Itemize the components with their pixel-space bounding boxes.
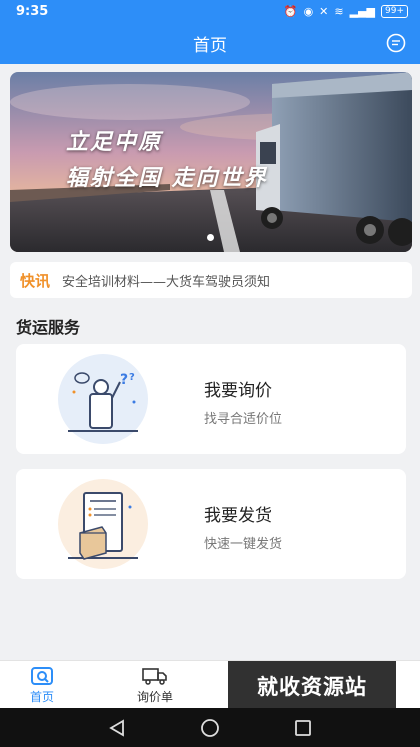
status-icons: ⏰ ◉ ✕ ≋ ▂▄▆ 99+ [283, 4, 408, 18]
status-time: 9:35 [16, 3, 49, 19]
home-circle-icon [201, 718, 219, 737]
inquiry-person-icon: ? ? [58, 354, 148, 444]
message-icon[interactable] [386, 33, 406, 53]
ship-subtitle: 快速一键发货 [204, 537, 283, 552]
recents-button[interactable] [291, 716, 315, 740]
recents-square-icon [295, 719, 312, 736]
eye-icon: ◉ [303, 4, 314, 18]
mute-icon: ✕ [319, 4, 329, 18]
home-icon [31, 666, 53, 685]
news-text[interactable]: 安全培训材料——大货车驾驶员须知 [62, 271, 270, 290]
watermark: 就收资源站 [228, 661, 396, 711]
home-button[interactable] [198, 716, 222, 740]
system-nav-bar [0, 708, 420, 747]
svg-text:?: ? [129, 372, 135, 383]
battery-icon: 99+ [381, 4, 408, 18]
alarm-icon: ⏰ [283, 4, 298, 18]
svg-text:?: ? [120, 372, 128, 388]
banner-slogan-line2: 辐射全国 走向世界 [66, 166, 268, 191]
back-button[interactable] [105, 716, 129, 740]
ship-card[interactable]: 我要发货 快速一键发货 [16, 469, 406, 579]
truck-icon [142, 667, 167, 685]
tab-home-label: 首页 [29, 689, 54, 704]
back-triangle-icon [108, 718, 124, 737]
carousel-indicator [207, 234, 214, 241]
news-ticker[interactable]: 快讯 安全培训材料——大货车驾驶员须知 [10, 262, 412, 298]
section-title: 货运服务 [16, 318, 81, 337]
tab-orders-label: 询价单 [136, 689, 173, 704]
package-clipboard-icon [58, 479, 148, 569]
tab-home[interactable]: 首页 [2, 661, 82, 709]
banner-slogan-line1: 立足中原 [66, 130, 163, 155]
inquiry-card[interactable]: ? ? 我要询价 找寻合适价位 [16, 344, 406, 454]
news-tag: 快讯 [20, 271, 51, 290]
tab-inquiry-orders[interactable]: 询价单 [115, 661, 195, 709]
signal-icon: ▂▄▆ [349, 4, 375, 18]
ship-title: 我要发货 [204, 506, 272, 526]
banner-carousel[interactable]: 立足中原 辐射全国 走向世界 [10, 72, 412, 252]
inquiry-title: 我要询价 [204, 381, 272, 401]
wifi-icon: ≋ [334, 4, 344, 18]
status-bar: 9:35 ⏰ ◉ ✕ ≋ ▂▄▆ 99+ [0, 0, 420, 22]
page-title: 首页 [193, 35, 227, 56]
app-bar: 首页 [0, 22, 420, 64]
inquiry-subtitle: 找寻合适价位 [204, 412, 283, 427]
